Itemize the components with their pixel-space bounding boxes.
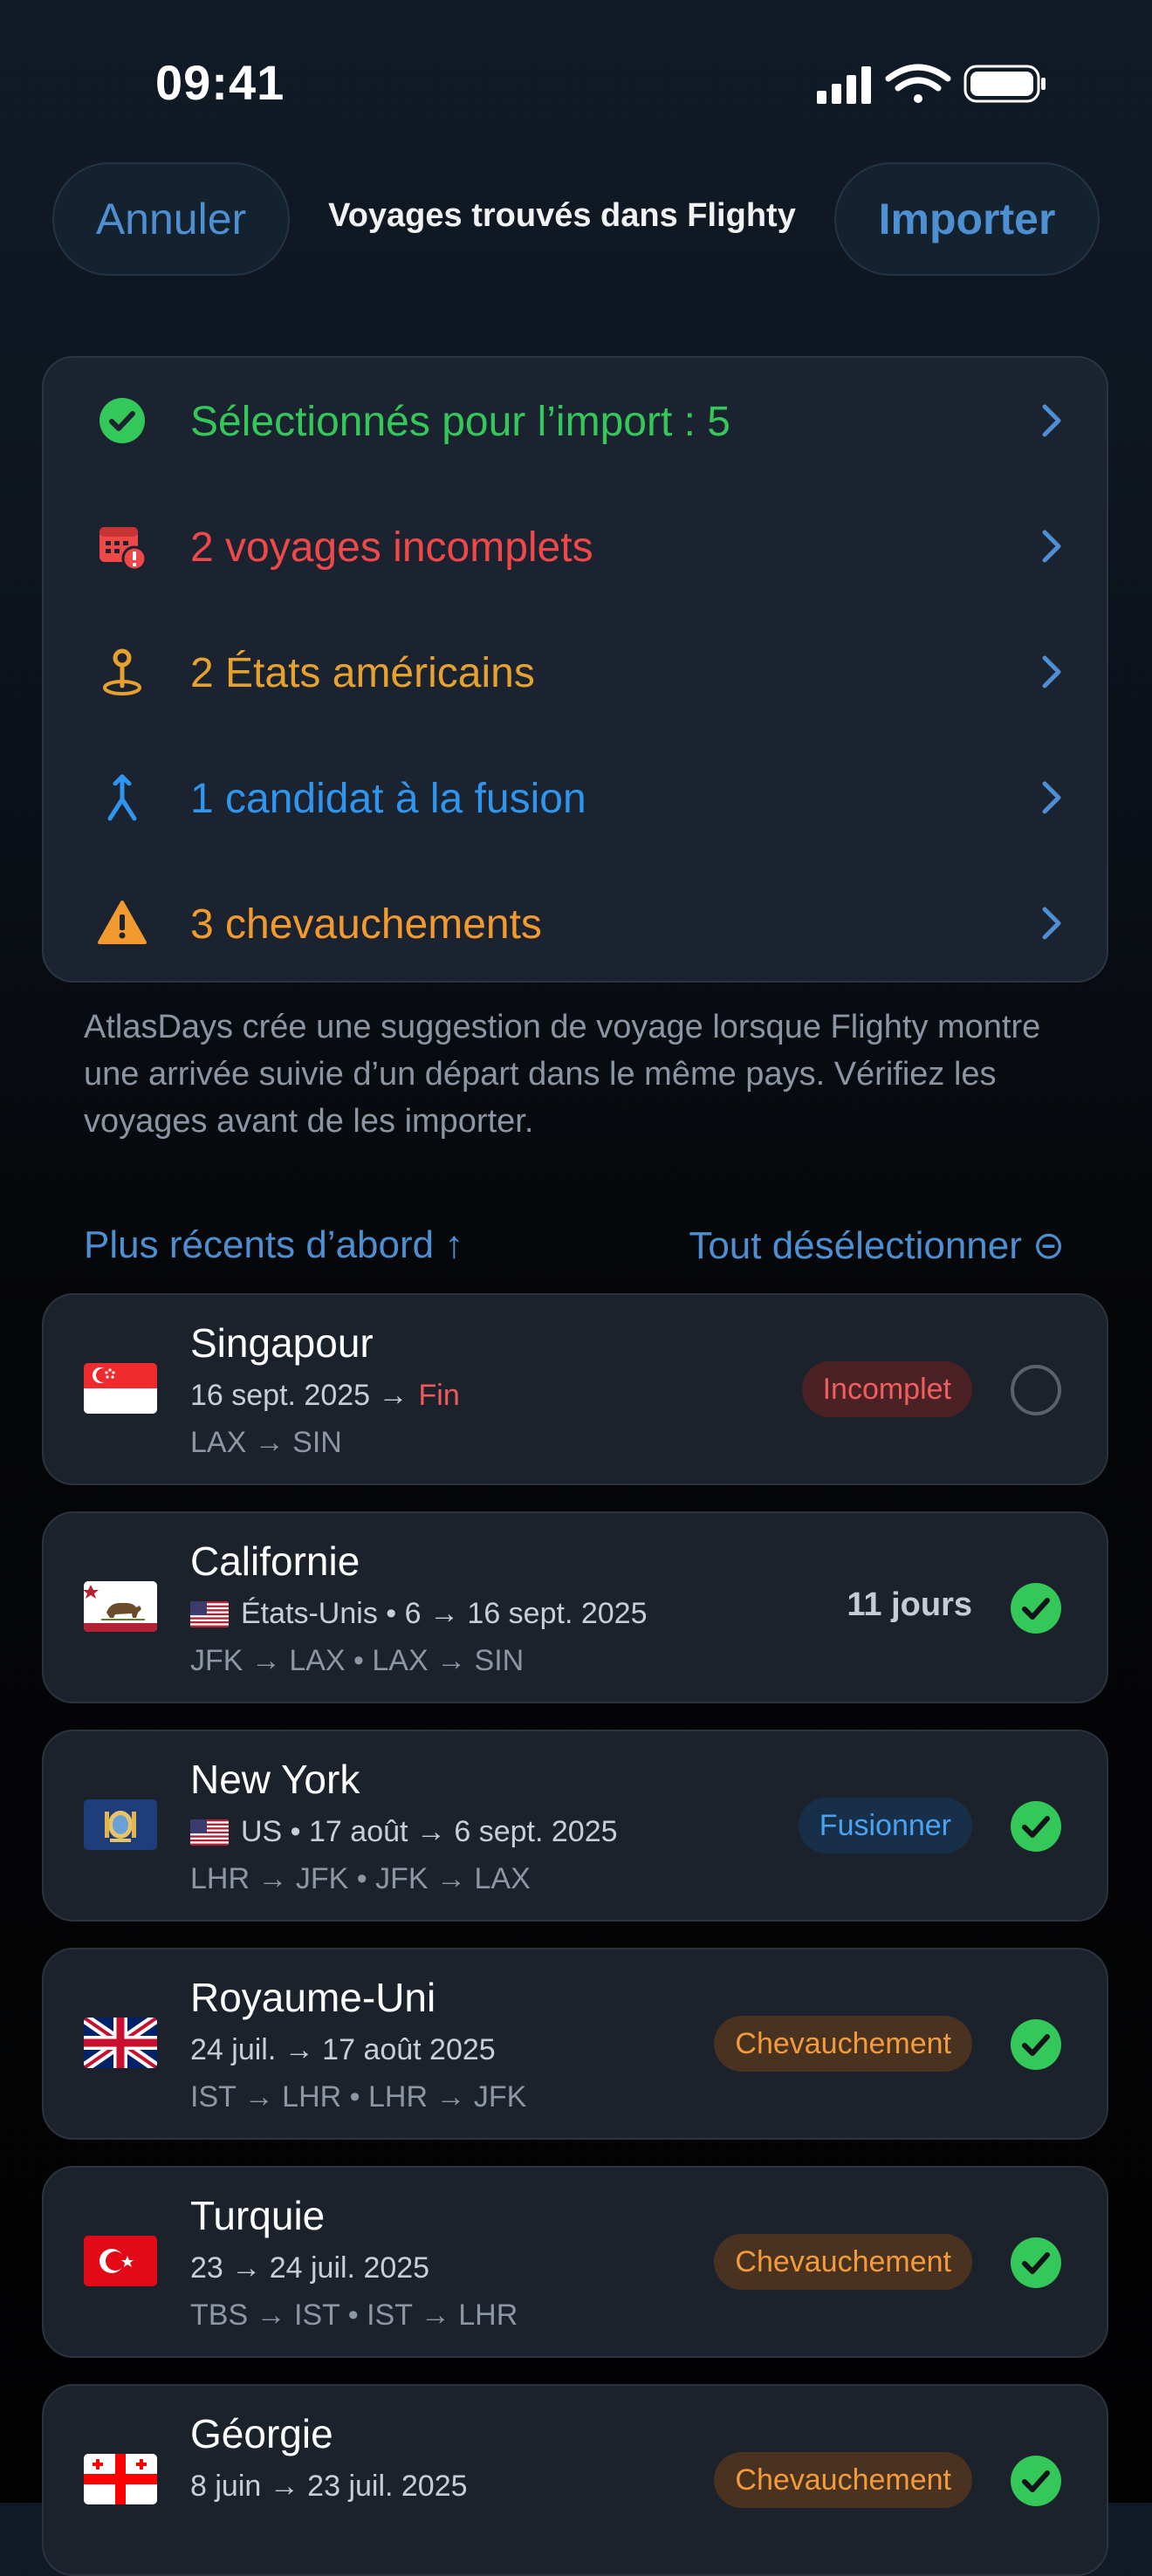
chevron-right-icon	[1042, 530, 1061, 563]
summary-label-us-states: 2 États américains	[190, 650, 535, 696]
status-icons	[817, 64, 1046, 104]
calendar-alert-icon	[99, 527, 147, 571]
trip-name: New York	[190, 1757, 360, 1802]
trip-route: TBS → IST • IST → LHR	[190, 2299, 518, 2332]
deselect-all-button[interactable]: Tout désélectionner ⊝	[689, 1223, 1065, 1268]
summary-row-us-states[interactable]: 2 États américains	[44, 609, 1107, 735]
trip-date-range: États-Unis • 6 → 16 sept. 2025	[241, 1597, 648, 1630]
checkmark-circle-icon[interactable]	[1009, 2018, 1063, 2072]
chevron-right-icon	[1042, 907, 1061, 940]
trip-card-californie[interactable]: Californie États-Unis • 6 → 16 sept. 202…	[42, 1511, 1108, 1703]
trip-name: Singapour	[190, 1320, 374, 1366]
battery-icon	[963, 65, 1046, 103]
trip-name: Royaume-Uni	[190, 1975, 436, 2020]
georgia-flag-icon	[84, 2454, 157, 2504]
turkey-flag-icon	[84, 2236, 157, 2286]
trip-card-royaume-uni[interactable]: Royaume-Uni 24 juil. → 17 août 2025 IST …	[42, 1948, 1108, 2140]
trip-name: Géorgie	[190, 2411, 333, 2456]
new-york-flag-icon	[84, 1799, 157, 1850]
merge-badge[interactable]: Fusionner	[798, 1798, 972, 1853]
uk-flag-icon	[84, 2018, 157, 2068]
checkmark-circle-icon	[99, 398, 145, 443]
summary-label-overlaps: 3 chevauchements	[190, 901, 542, 948]
trip-route: IST → LHR • LHR → JFK	[190, 2080, 527, 2114]
sg-flag-icon	[84, 1363, 157, 1414]
cellular-signal-icon	[817, 66, 871, 104]
summary-row-merge[interactable]: 1 candidat à la fusion	[44, 735, 1107, 860]
overlap-badge: Chevauchement	[714, 2234, 972, 2290]
checkmark-circle-icon[interactable]	[1009, 2454, 1063, 2508]
us-flag-icon	[190, 1819, 229, 1846]
checkmark-circle-icon[interactable]	[1009, 1581, 1063, 1635]
trip-dates: 16 sept. 2025 → Fin	[190, 1379, 460, 1413]
wifi-icon	[885, 64, 951, 103]
warning-triangle-icon	[98, 901, 147, 944]
summary-label-merge: 1 candidat à la fusion	[190, 776, 586, 822]
trip-route: LHR → JFK • JFK → LAX	[190, 1862, 531, 1895]
summary-label-incomplete: 2 voyages incomplets	[190, 524, 593, 571]
trip-date-range: 23 → 24 juil. 2025	[190, 2251, 430, 2285]
overlap-badge: Chevauchement	[714, 2016, 972, 2072]
trip-card-new-york[interactable]: New York US • 17 août → 6 sept. 2025 LHR…	[42, 1730, 1108, 1922]
trip-dates: 24 juil. → 17 août 2025	[190, 2033, 496, 2067]
trip-route: JFK → LAX • LAX → SIN	[190, 1644, 525, 1677]
chevron-right-icon	[1042, 655, 1061, 689]
trip-dates: États-Unis • 6 → 16 sept. 2025	[190, 1597, 647, 1631]
trip-date-range: US • 17 août → 6 sept. 2025	[241, 1815, 618, 1848]
overlap-badge: Chevauchement	[714, 2452, 972, 2508]
unselected-circle-icon[interactable]	[1009, 1363, 1063, 1417]
trip-route: LAX → SIN	[190, 1426, 342, 1459]
chevron-right-icon	[1042, 781, 1061, 814]
import-summary-card: Sélectionnés pour l’import : 5 2 voyages…	[42, 356, 1108, 983]
california-flag-icon	[84, 1581, 157, 1632]
merge-icon	[107, 774, 137, 821]
trip-card-georgie[interactable]: Géorgie 8 juin → 23 juil. 2025 Chevauche…	[42, 2384, 1108, 2576]
trip-dates: US • 17 août → 6 sept. 2025	[190, 1815, 618, 1849]
import-button[interactable]: Importer	[834, 162, 1100, 276]
checkmark-circle-icon[interactable]	[1009, 1799, 1063, 1853]
summary-row-incomplete[interactable]: 2 voyages incomplets	[44, 483, 1107, 609]
trip-date-range: 8 juin → 23 juil. 2025	[190, 2470, 468, 2503]
trip-name: Turquie	[190, 2193, 326, 2238]
cancel-button[interactable]: Annuler	[52, 162, 290, 276]
sort-button[interactable]: Plus récents d’abord ↑	[84, 1223, 463, 1267]
page-title: Voyages trouvés dans Flighty	[328, 197, 796, 234]
summary-row-overlaps[interactable]: 3 chevauchements	[44, 860, 1107, 986]
status-badge: Incomplet	[801, 1361, 972, 1417]
trip-name: Californie	[190, 1538, 360, 1584]
summary-row-selected[interactable]: Sélectionnés pour l’import : 5	[44, 358, 1107, 483]
trip-date-range: 24 juil. → 17 août 2025	[190, 2033, 496, 2066]
chevron-right-icon	[1042, 404, 1061, 437]
trip-end-missing: Fin	[418, 1379, 460, 1412]
us-flag-icon	[190, 1600, 229, 1627]
summary-label-selected: Sélectionnés pour l’import : 5	[190, 399, 730, 445]
trip-card-singapour[interactable]: Singapour 16 sept. 2025 → Fin LAX → SIN …	[42, 1293, 1108, 1485]
status-time: 09:41	[155, 55, 285, 110]
trip-dates: 8 juin → 23 juil. 2025	[190, 2470, 468, 2504]
checkmark-circle-icon[interactable]	[1009, 2236, 1063, 2290]
info-note: AtlasDays crée une suggestion de voyage …	[84, 1009, 1041, 1140]
trip-date-range: 16 sept. 2025 →	[190, 1379, 408, 1412]
trip-card-turquie[interactable]: Turquie 23 → 24 juil. 2025 TBS → IST • I…	[42, 2166, 1108, 2358]
trip-dates: 23 → 24 juil. 2025	[190, 2251, 429, 2285]
trip-duration: 11 jours	[847, 1586, 972, 1623]
map-pin-icon	[103, 648, 141, 695]
